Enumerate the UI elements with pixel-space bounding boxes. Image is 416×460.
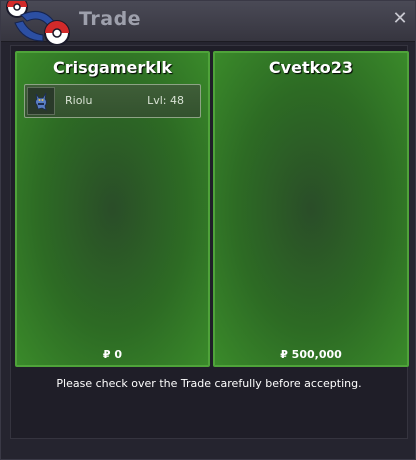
trade-panel-left: Crisgamerklk Riolu Lvl: 48 ₽ 0 <box>15 51 210 367</box>
trade-content: Crisgamerklk Riolu Lvl: 48 ₽ 0 Cvetko23 … <box>10 45 409 439</box>
pokemon-name: Riolu <box>65 94 93 107</box>
trade-window: Trade ✕ Crisgamerklk Riolu Lvl: 48 ₽ 0 C… <box>0 0 416 460</box>
trade-notice: Please check over the Trade carefully be… <box>56 377 362 390</box>
window-title: Trade <box>79 8 142 30</box>
riolu-sprite-icon <box>27 87 55 115</box>
pokemon-level: Lvl: 48 <box>147 94 184 107</box>
pokemon-slot[interactable]: Riolu Lvl: 48 <box>24 84 201 118</box>
money-offer-left: ₽ 0 <box>102 348 123 361</box>
player-name-left: Crisgamerklk <box>52 58 173 77</box>
pokeball-logo-icon <box>6 1 70 46</box>
trade-panel-right: Cvetko23 ₽ 500,000 <box>213 51 409 367</box>
money-offer-right: ₽ 500,000 <box>280 348 342 361</box>
close-icon[interactable]: ✕ <box>391 10 409 28</box>
player-name-right: Cvetko23 <box>268 58 354 77</box>
